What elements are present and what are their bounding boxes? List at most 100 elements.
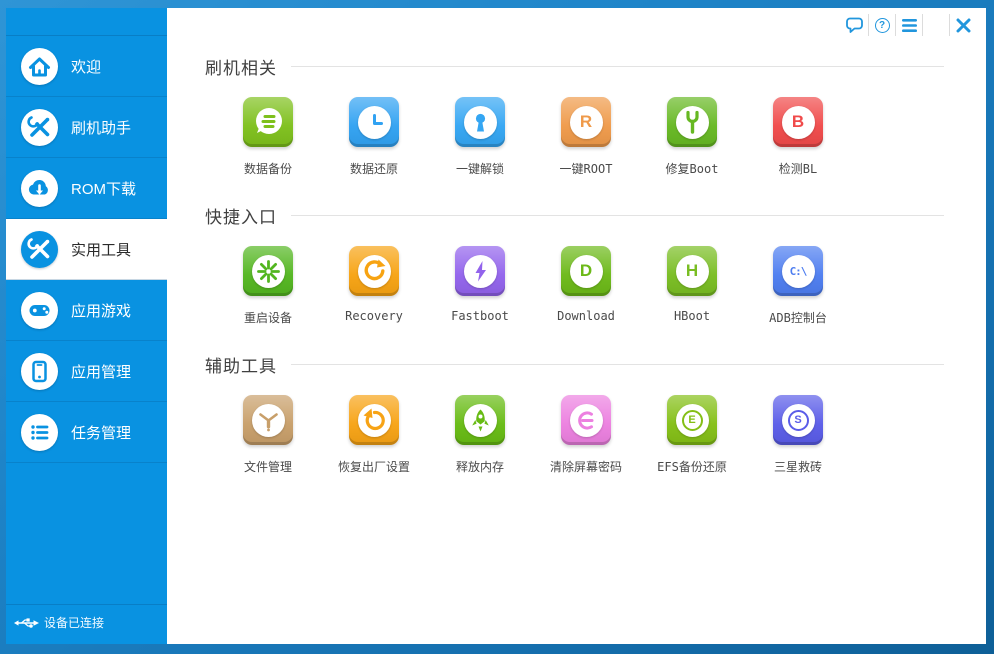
- sidebar-item-flash-tools[interactable]: 刷机助手: [6, 97, 167, 158]
- tool-label: 恢复出厂设置: [338, 458, 410, 475]
- tools-content: 刷机相关 数据备份 数据还原 一键解锁 R 一键ROOT: [167, 8, 986, 475]
- tool-wrench[interactable]: 修复Boot: [639, 97, 745, 177]
- tool-tile: [667, 97, 717, 147]
- main-panel: ? 刷机相关 数据备份 数据还原 一键解锁: [167, 8, 986, 644]
- tool-file-manager[interactable]: 文件管理: [215, 395, 321, 475]
- tool-letter[interactable]: H HBoot: [639, 246, 745, 326]
- tool-label: 一键解锁: [456, 160, 504, 177]
- rocket-icon: [464, 404, 497, 437]
- sidebar-item-task-list[interactable]: 任务管理: [6, 402, 167, 463]
- help-button[interactable]: ?: [868, 14, 895, 36]
- cloud-download-icon: [21, 170, 58, 207]
- tool-label: 一键ROOT: [560, 160, 613, 177]
- menu-button[interactable]: [895, 14, 922, 36]
- letter-icon: B: [782, 106, 815, 139]
- tool-tile: R: [561, 97, 611, 147]
- sidebar-item-label: 欢迎: [71, 56, 101, 77]
- wrench-icon: [676, 106, 709, 139]
- section-divider: [291, 66, 944, 67]
- sidebar-item-gamepad[interactable]: 应用游戏: [6, 280, 167, 341]
- tool-console[interactable]: C:\ ADB控制台: [745, 246, 851, 326]
- screen-lock-icon: [570, 404, 603, 437]
- tool-tile: [561, 395, 611, 445]
- tool-refresh[interactable]: Recovery: [321, 246, 427, 326]
- tool-letter[interactable]: R 一键ROOT: [533, 97, 639, 177]
- letter-icon: D: [570, 255, 603, 288]
- tool-label: 数据备份: [244, 160, 292, 177]
- section-divider: [291, 215, 944, 216]
- tool-tile: C:\: [773, 246, 823, 296]
- tool-label: 修复Boot: [666, 160, 719, 177]
- sidebar-item-label: 应用游戏: [71, 300, 131, 321]
- tool-label: EFS备份还原: [657, 458, 727, 475]
- tool-tile: D: [561, 246, 611, 296]
- tool-label: Download: [557, 309, 615, 323]
- sidebar-item-label: 实用工具: [71, 239, 131, 260]
- task-list-icon: [21, 414, 58, 451]
- keyhole-icon: [464, 106, 497, 139]
- sidebar-spacer: [6, 8, 167, 36]
- tool-keyhole[interactable]: 一键解锁: [427, 97, 533, 177]
- tool-tile: [349, 246, 399, 296]
- backup-bubble-icon: [248, 102, 288, 142]
- tool-tile: [349, 395, 399, 445]
- lightning-icon: [464, 255, 497, 288]
- tool-tile: [243, 246, 293, 296]
- tool-tile: [243, 395, 293, 445]
- chat-button[interactable]: [841, 14, 868, 36]
- clock-icon: [358, 106, 391, 139]
- minimize-button[interactable]: [922, 14, 949, 36]
- tool-circled-letter[interactable]: E EFS备份还原: [639, 395, 745, 475]
- circled-letter-icon: E: [676, 404, 709, 437]
- sidebar-item-label: ROM下载: [71, 178, 136, 199]
- sidebar-item-phone[interactable]: 应用管理: [6, 341, 167, 402]
- tool-tile: [455, 246, 505, 296]
- speech-bubble-icon: [845, 16, 864, 34]
- tool-label: Fastboot: [451, 309, 509, 323]
- tool-tile: S: [773, 395, 823, 445]
- section: 辅助工具 文件管理 恢复出厂设置 释放内存: [205, 352, 944, 475]
- tool-label: 释放内存: [456, 458, 504, 475]
- tool-tile: [349, 97, 399, 147]
- close-icon: [956, 18, 971, 33]
- undo-icon: [358, 404, 391, 437]
- sidebar-item-label: 任务管理: [71, 422, 131, 443]
- app-window: 欢迎 刷机助手 ROM下载 实用工具 应用游戏 应用管理 任务管理: [0, 0, 994, 654]
- tool-undo[interactable]: 恢复出厂设置: [321, 395, 427, 475]
- tool-label: 三星救砖: [774, 458, 822, 475]
- tool-tile: B: [773, 97, 823, 147]
- section-divider: [291, 364, 944, 365]
- section: 刷机相关 数据备份 数据还原 一键解锁 R 一键ROOT: [205, 54, 944, 177]
- tool-circled-letter[interactable]: S 三星救砖: [745, 395, 851, 475]
- tool-letter[interactable]: D Download: [533, 246, 639, 326]
- sidebar-item-cloud-download[interactable]: ROM下载: [6, 158, 167, 219]
- tool-rocket[interactable]: 释放内存: [427, 395, 533, 475]
- close-button[interactable]: [949, 14, 976, 36]
- restart-icon: [252, 255, 285, 288]
- section-title: 辅助工具: [205, 352, 277, 377]
- usb-icon: [14, 617, 39, 629]
- home-icon: [21, 48, 58, 85]
- device-status-label: 设备已连接: [44, 614, 104, 631]
- tool-clock[interactable]: 数据还原: [321, 97, 427, 177]
- letter-icon: H: [676, 255, 709, 288]
- titlebar-controls: ?: [841, 13, 976, 37]
- sidebar-item-utility-tools[interactable]: 实用工具: [6, 219, 167, 280]
- tool-label: 文件管理: [244, 458, 292, 475]
- phone-icon: [21, 353, 58, 390]
- sidebar-item-home[interactable]: 欢迎: [6, 36, 167, 97]
- sidebar: 欢迎 刷机助手 ROM下载 实用工具 应用游戏 应用管理 任务管理: [6, 8, 167, 644]
- sidebar-filler: [6, 463, 167, 604]
- tool-restart[interactable]: 重启设备: [215, 246, 321, 326]
- refresh-icon: [358, 255, 391, 288]
- tool-letter[interactable]: B 检测BL: [745, 97, 851, 177]
- section-title: 刷机相关: [205, 54, 277, 79]
- tool-tile: [455, 97, 505, 147]
- sidebar-item-label: 刷机助手: [71, 117, 131, 138]
- tool-screen-lock[interactable]: 清除屏幕密码: [533, 395, 639, 475]
- circled-letter-icon: S: [782, 404, 815, 437]
- flash-tools-icon: [21, 109, 58, 146]
- tool-backup-bubble[interactable]: 数据备份: [215, 97, 321, 177]
- tool-lightning[interactable]: Fastboot: [427, 246, 533, 326]
- tool-label: 数据还原: [350, 160, 398, 177]
